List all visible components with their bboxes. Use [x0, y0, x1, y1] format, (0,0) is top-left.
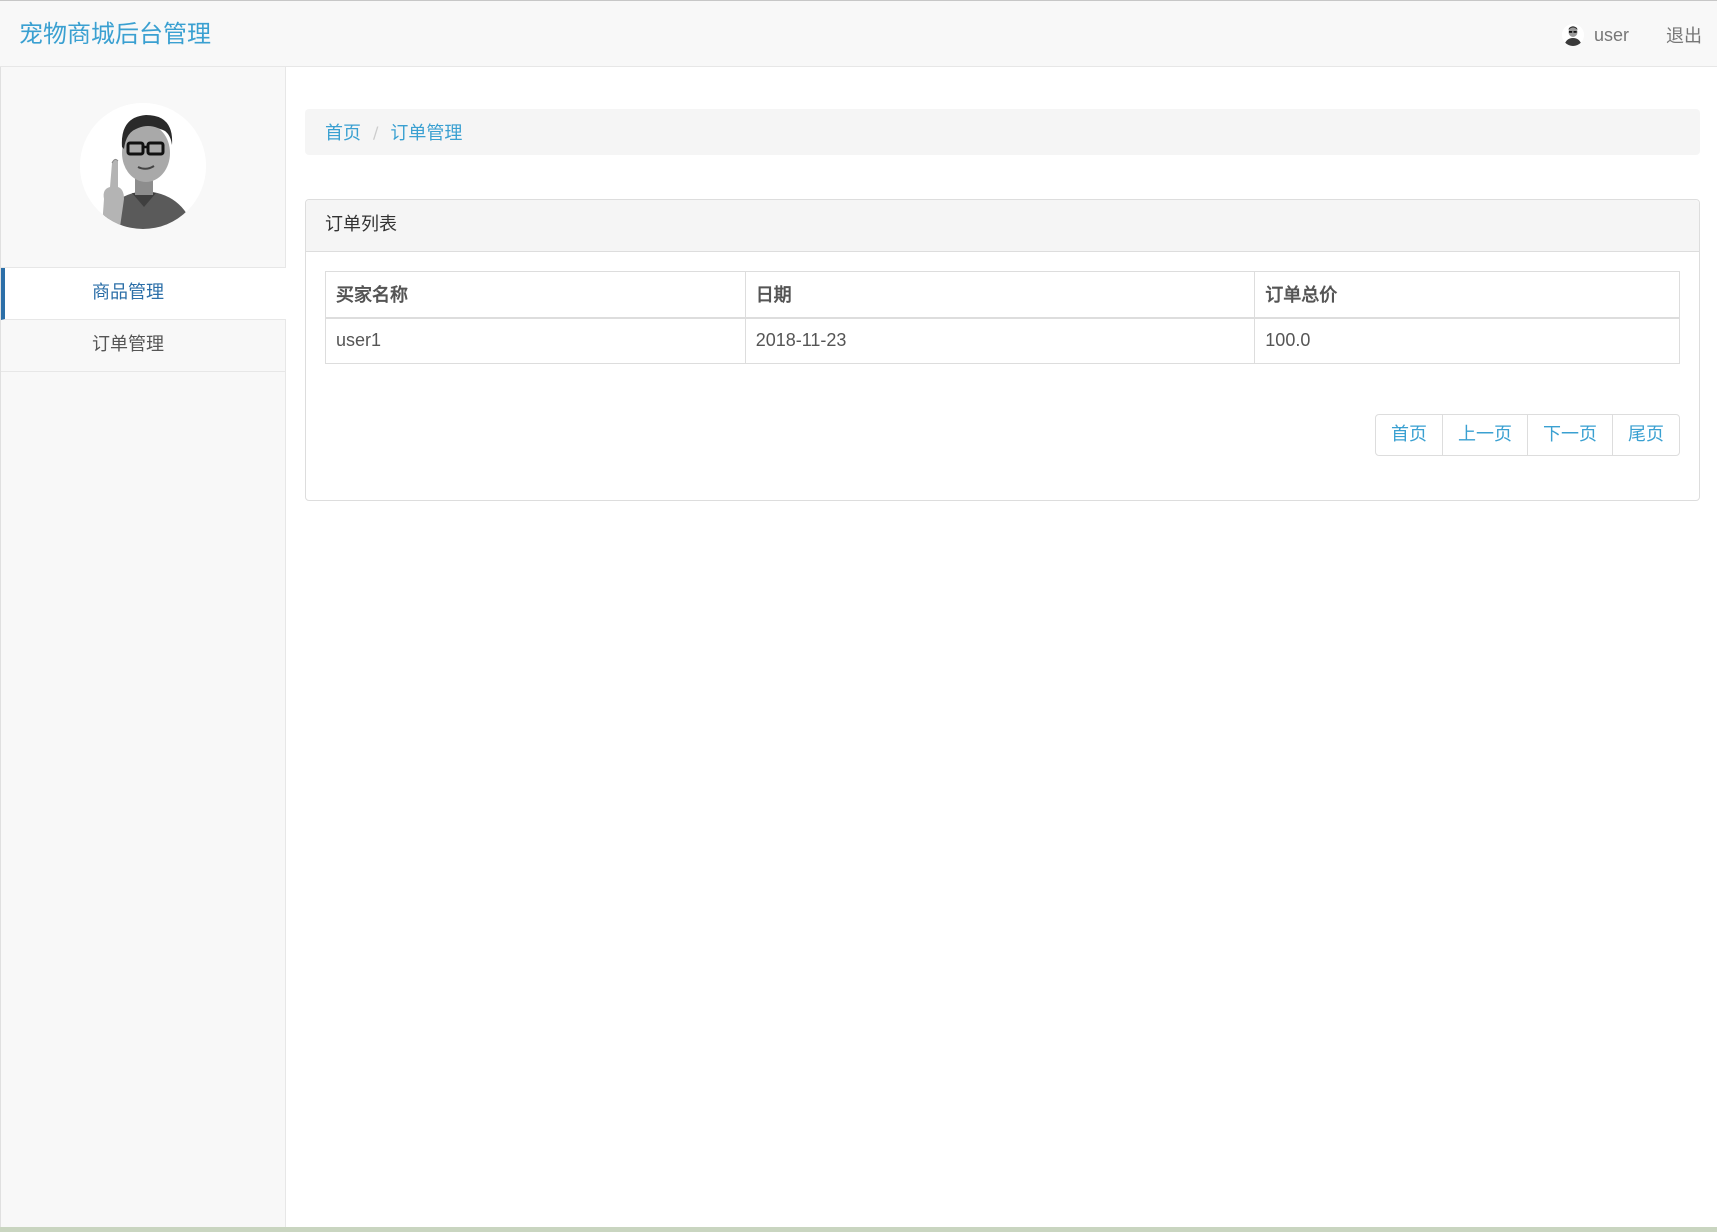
- brand-title[interactable]: 宠物商城后台管理: [19, 18, 211, 50]
- logout-link[interactable]: 退出: [1666, 22, 1702, 48]
- order-table: 买家名称 日期 订单总价 user1 2018-11-23 100.0: [325, 271, 1680, 364]
- pagination-first-button[interactable]: 首页: [1376, 415, 1442, 455]
- navbar-right: user 退出: [1561, 21, 1702, 49]
- breadcrumb-separator: /: [373, 122, 379, 142]
- profile-avatar: [80, 103, 206, 229]
- order-list-panel: 订单列表 买家名称 日期 订单总价 user1 2018-11-23 100.0: [305, 199, 1700, 501]
- top-navbar: 宠物商城后台管理 user 退出: [0, 1, 1717, 67]
- column-header-buyer: 买家名称: [325, 271, 746, 319]
- sidebar-item-products[interactable]: 商品管理: [1, 268, 286, 320]
- pagination: 首页 上一页 下一页 尾页: [1375, 414, 1680, 456]
- column-header-date: 日期: [744, 271, 1256, 319]
- user-menu[interactable]: user: [1561, 24, 1629, 46]
- panel-title: 订单列表: [306, 200, 1699, 252]
- sidebar-menu: 商品管理 订单管理: [1, 267, 286, 372]
- cell-total: 100.0: [1254, 317, 1680, 364]
- pagination-prev-button[interactable]: 上一页: [1442, 415, 1527, 455]
- table-row: user1 2018-11-23 100.0: [325, 317, 1680, 364]
- bottom-taskbar-strip: [0, 1227, 1717, 1232]
- cell-buyer: user1: [325, 317, 746, 364]
- user-name: user: [1593, 24, 1629, 45]
- breadcrumb: 首页 / 订单管理: [305, 109, 1700, 155]
- app-window: 宠物商城后台管理 user 退出 商品管理 订单管理 首页 / 订单管理 订单列…: [0, 0, 1717, 1232]
- sidebar: 商品管理 订单管理: [0, 67, 286, 1232]
- breadcrumb-current[interactable]: 订单管理: [390, 119, 462, 145]
- column-header-total: 订单总价: [1254, 271, 1680, 319]
- user-avatar-icon: [1561, 24, 1584, 46]
- pagination-next-button[interactable]: 下一页: [1527, 415, 1612, 455]
- pagination-last-button[interactable]: 尾页: [1612, 415, 1679, 455]
- main-content: 首页 / 订单管理 订单列表 买家名称 日期 订单总价 user1 2018-1…: [305, 67, 1700, 1217]
- table-header-row: 买家名称 日期 订单总价: [325, 271, 1680, 319]
- cell-date: 2018-11-23: [744, 317, 1256, 364]
- breadcrumb-home[interactable]: 首页: [325, 119, 361, 145]
- sidebar-item-orders[interactable]: 订单管理: [1, 320, 286, 372]
